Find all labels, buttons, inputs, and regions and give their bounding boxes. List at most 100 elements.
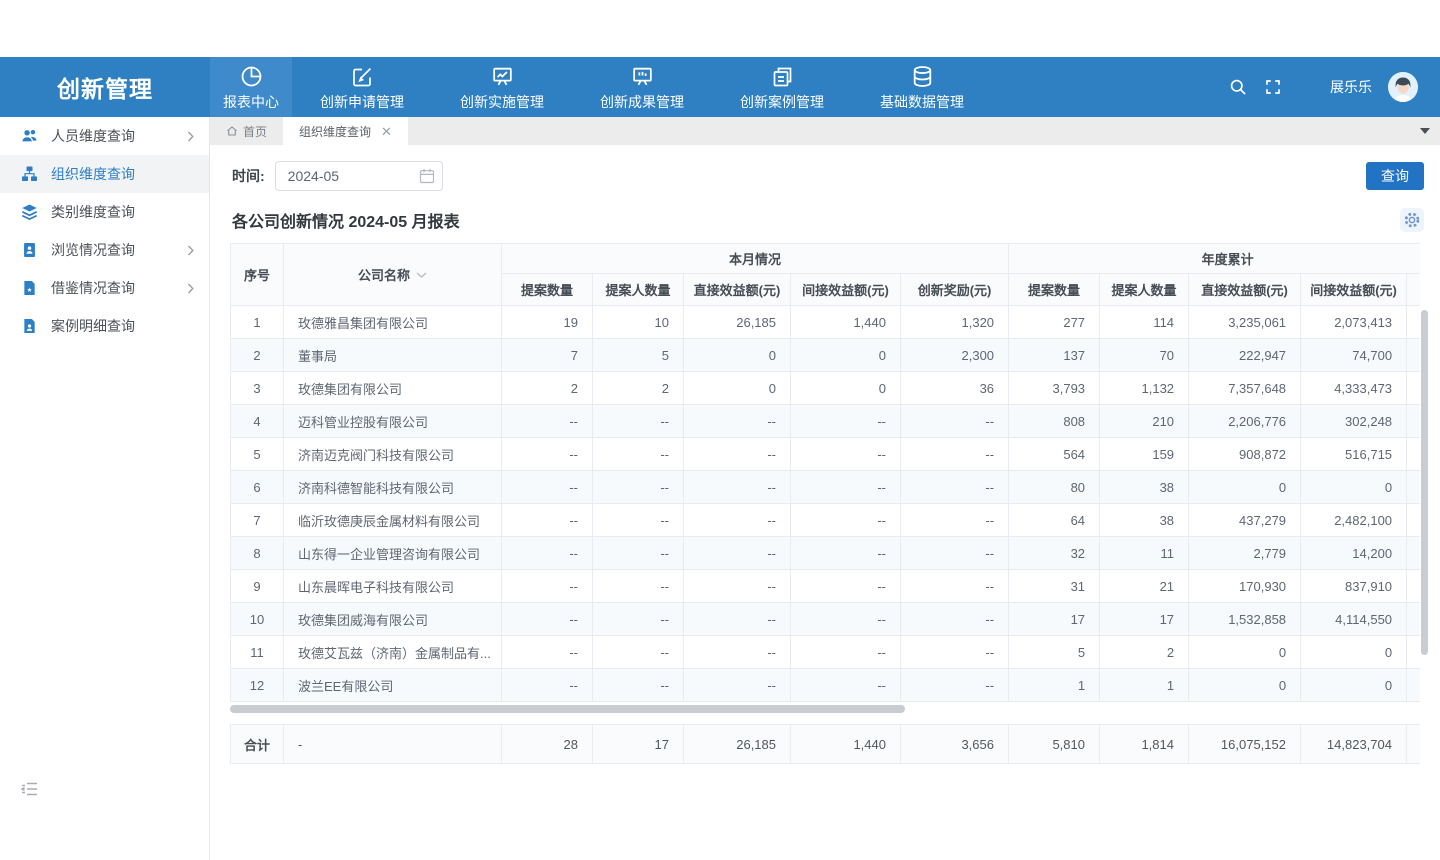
col-year-indirect: 间接效益额(元) xyxy=(1301,274,1407,306)
filter-row: 时间: 查询 xyxy=(232,161,1424,191)
sidebar-item-label: 组织维度查询 xyxy=(51,164,195,184)
chevron-right-icon xyxy=(187,245,195,256)
tab-org-dimension[interactable]: 组织维度查询 ✕ xyxy=(283,117,408,145)
sidebar-item-category-dimension[interactable]: 类别维度查询 xyxy=(0,193,209,231)
sidebar-item-org-dimension[interactable]: 组织维度查询 xyxy=(0,155,209,193)
total-row: 合计-281726,1851,4403,6565,8101,81416,075,… xyxy=(231,725,1421,764)
settings-gear-icon[interactable] xyxy=(1400,208,1424,232)
nav-item-innovation-case[interactable]: 创新案例管理 xyxy=(712,57,852,117)
nav-item-innovation-implement[interactable]: 创新实施管理 xyxy=(432,57,572,117)
sidebar-item-browse-status[interactable]: 浏览情况查询 xyxy=(0,231,209,269)
tab-bar: 首页 组织维度查询 ✕ xyxy=(210,117,1440,145)
col-month-proposals: 提案数量 xyxy=(502,274,593,306)
col-year-direct: 直接效益额(元) xyxy=(1189,274,1301,306)
nav-label: 创新申请管理 xyxy=(320,92,404,112)
people-icon xyxy=(20,128,38,144)
calendar-icon[interactable] xyxy=(419,168,435,189)
org-tree-icon xyxy=(20,166,38,182)
sidebar-collapse-icon[interactable] xyxy=(20,781,38,802)
app-title: 创新管理 xyxy=(0,57,210,117)
sidebar-item-label: 类别维度查询 xyxy=(51,202,195,222)
table-row: 5济南迈克阀门科技有限公司----------564159908,872516,… xyxy=(231,438,1421,471)
sidebar-item-label: 人员维度查询 xyxy=(51,126,187,146)
table-row: 7临沂玫德庚辰金属材料有限公司----------6438437,2792,48… xyxy=(231,504,1421,537)
table-row: 3玫德集团有限公司2200363,7931,1327,357,6484,333,… xyxy=(231,372,1421,405)
chevron-right-icon xyxy=(187,283,195,294)
doc-person-icon xyxy=(20,318,38,334)
nav-label: 创新实施管理 xyxy=(460,92,544,112)
chevron-down-icon xyxy=(416,267,427,282)
horizontal-scrollbar xyxy=(230,705,1420,713)
time-input[interactable] xyxy=(275,161,443,191)
nav-item-basic-data[interactable]: 基础数据管理 xyxy=(852,57,992,117)
nav-item-innovation-apply[interactable]: 创新申请管理 xyxy=(292,57,432,117)
table-row: 12波兰EE有限公司----------1100 xyxy=(231,669,1421,702)
query-button[interactable]: 查询 xyxy=(1366,162,1424,190)
col-month-proposers: 提案人数量 xyxy=(593,274,684,306)
board-bar-chart-icon xyxy=(630,63,655,89)
id-badge-icon xyxy=(20,242,38,258)
table-row: 4迈科管业控股有限公司----------8082102,206,776302,… xyxy=(231,405,1421,438)
nav-item-innovation-achievement[interactable]: 创新成果管理 xyxy=(572,57,712,117)
table-row: 9山东晨晖电子科技有限公司----------3121170,930837,91… xyxy=(231,570,1421,603)
horizontal-scrollbar-thumb[interactable] xyxy=(230,705,905,713)
sidebar-item-label: 借鉴情况查询 xyxy=(51,278,187,298)
board-line-chart-icon xyxy=(490,63,515,89)
app-header: 创新管理 报表中心 创新申请管理 创新实施管理 xyxy=(0,57,1440,117)
tab-label: 首页 xyxy=(243,123,267,140)
title-row: 各公司创新情况 2024-05 月报表 xyxy=(232,208,1424,232)
total-row-table: 合计-281726,1851,4403,6565,8101,81416,075,… xyxy=(230,724,1420,764)
tab-home[interactable]: 首页 xyxy=(210,117,283,145)
report-title: 各公司创新情况 2024-05 月报表 xyxy=(232,208,460,232)
sidebar: 人员维度查询 组织维度查询 类别维度查询 浏览情况查询 xyxy=(0,117,210,860)
nav-item-report-center[interactable]: 报表中心 xyxy=(210,57,292,117)
header-right: 展乐乐 xyxy=(1228,57,1440,117)
user-name[interactable]: 展乐乐 xyxy=(1330,77,1372,97)
total-row-body: 合计-281726,1851,4403,6565,8101,81416,075,… xyxy=(231,725,1421,764)
close-icon[interactable]: ✕ xyxy=(381,125,392,138)
sidebar-item-label: 浏览情况查询 xyxy=(51,240,187,260)
vertical-scrollbar-thumb[interactable] xyxy=(1421,310,1428,655)
sidebar-item-person-dimension[interactable]: 人员维度查询 xyxy=(0,117,209,155)
edit-square-icon xyxy=(350,63,374,89)
table-row: 6济南科德智能科技有限公司----------803800 xyxy=(231,471,1421,504)
report-table: 序号 公司名称 本月情况 年度累计 xyxy=(230,243,1420,702)
doc-star-icon xyxy=(20,280,38,296)
table-row: 8山东得一企业管理咨询有限公司----------32112,77914,200 xyxy=(231,537,1421,570)
nav-label: 创新案例管理 xyxy=(740,92,824,112)
col-seq: 序号 xyxy=(231,244,284,306)
time-picker xyxy=(275,161,443,191)
time-filter-label: 时间: xyxy=(232,166,265,186)
nav-label: 报表中心 xyxy=(223,92,279,112)
table-body: 1玫德雅昌集团有限公司191026,1851,4401,3202771143,2… xyxy=(231,306,1421,702)
col-company[interactable]: 公司名称 xyxy=(284,244,502,306)
home-icon xyxy=(226,125,238,137)
col-clipped xyxy=(1407,274,1420,306)
nav-label: 基础数据管理 xyxy=(880,92,964,112)
table-row: 1玫德雅昌集团有限公司191026,1851,4401,3202771143,2… xyxy=(231,306,1421,339)
table-header: 序号 公司名称 本月情况 年度累计 xyxy=(231,244,1421,306)
table-row: 11玫德艾瓦兹（济南）金属制品有...----------5200 xyxy=(231,636,1421,669)
top-white-strip xyxy=(0,0,1440,57)
group-month: 本月情况 xyxy=(502,244,1009,274)
sidebar-item-label: 案例明细查询 xyxy=(51,316,195,336)
page: 创新管理 报表中心 创新申请管理 创新实施管理 xyxy=(0,0,1440,860)
main-nav: 报表中心 创新申请管理 创新实施管理 创新成果管理 xyxy=(210,57,992,117)
col-month-indirect: 间接效益额(元) xyxy=(791,274,901,306)
main-content: 时间: 查询 各公司创新情况 2024-05 月报表 xyxy=(211,145,1440,860)
search-icon[interactable] xyxy=(1228,77,1248,97)
sidebar-item-reference-status[interactable]: 借鉴情况查询 xyxy=(0,269,209,307)
col-year-proposals: 提案数量 xyxy=(1009,274,1100,306)
documents-icon xyxy=(770,63,794,89)
database-icon xyxy=(910,63,935,89)
chevron-right-icon xyxy=(187,131,195,142)
nav-label: 创新成果管理 xyxy=(600,92,684,112)
fullscreen-icon[interactable] xyxy=(1264,78,1282,96)
col-month-direct: 直接效益额(元) xyxy=(684,274,791,306)
layers-icon xyxy=(20,204,38,220)
table-row: 2董事局75002,30013770222,94774,700 xyxy=(231,339,1421,372)
pie-chart-icon xyxy=(239,63,264,89)
sidebar-item-case-detail[interactable]: 案例明细查询 xyxy=(0,307,209,345)
avatar[interactable] xyxy=(1388,72,1418,102)
tab-menu-caret-icon[interactable] xyxy=(1420,128,1430,134)
